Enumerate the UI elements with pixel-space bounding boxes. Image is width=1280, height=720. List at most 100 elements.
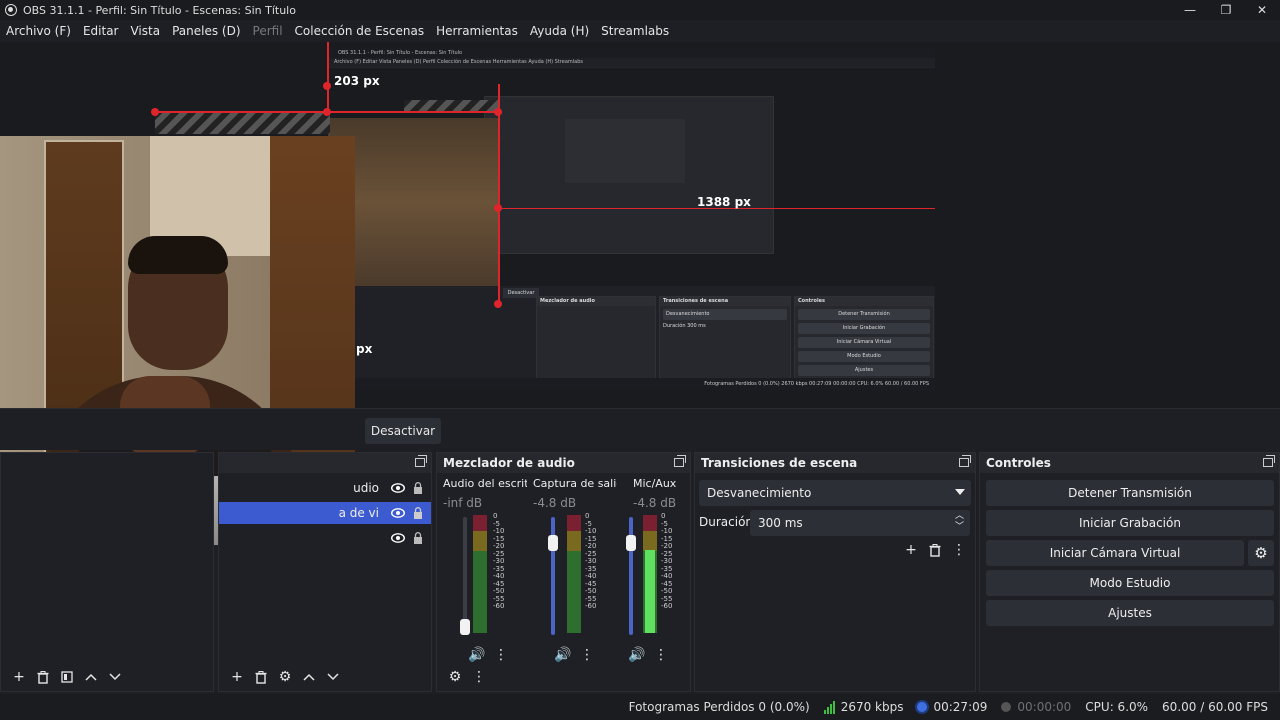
close-button[interactable]: ✕ <box>1244 0 1280 20</box>
meter-yellow-zone <box>567 531 581 551</box>
move-scene-down-icon[interactable] <box>103 665 127 689</box>
meter-red-zone <box>643 515 657 531</box>
stop-streaming-button[interactable]: Detener Transmisión <box>986 480 1274 506</box>
minimize-button[interactable]: — <box>1172 0 1208 20</box>
channel-name: Mic/Aux <box>633 477 677 490</box>
level-meter <box>567 515 581 633</box>
visibility-eye-icon[interactable] <box>391 531 405 545</box>
start-recording-button[interactable]: Iniciar Grabación <box>986 510 1274 536</box>
remove-scene-icon[interactable] <box>31 665 55 689</box>
volume-slider-knob[interactable] <box>626 535 636 551</box>
desactivar-button[interactable]: Desactivar <box>365 418 441 444</box>
advanced-audio-gear-icon[interactable]: ⚙ <box>443 665 467 689</box>
resize-handle-tc[interactable] <box>323 108 331 116</box>
menu-perfil[interactable]: Perfil <box>253 22 283 40</box>
resize-handle-tr[interactable] <box>494 108 502 116</box>
mini-transitions-title: Transiciones de escena <box>660 297 790 306</box>
source-row-1[interactable]: udio <box>219 477 431 499</box>
volume-slider[interactable] <box>626 517 636 635</box>
rec-time: 00:00:00 <box>1017 700 1072 714</box>
sources-undock-icon[interactable] <box>415 455 427 467</box>
duration-spinbox[interactable]: 300 ms ︿ ﹀ <box>750 510 970 536</box>
menu-editar[interactable]: Editar <box>83 22 119 40</box>
mixer-toolbar: ⚙ ⋮ <box>437 663 690 691</box>
resize-handle-br[interactable] <box>494 300 502 308</box>
meter-red-zone <box>567 515 581 531</box>
resize-handle-tl[interactable] <box>151 108 159 116</box>
mini-btn-camara: Iniciar Cámara Virtual <box>798 337 930 348</box>
controls-dock: Controles Detener Transmisión Iniciar Gr… <box>979 452 1280 692</box>
crop-hatch <box>155 112 330 134</box>
visibility-eye-icon[interactable] <box>391 506 405 520</box>
scene-filters-icon[interactable] <box>55 665 79 689</box>
status-bar: Fotogramas Perdidos 0 (0.0%) 2670 kbps 0… <box>0 694 1280 720</box>
mixer-undock-icon[interactable] <box>674 455 686 467</box>
remove-source-icon[interactable] <box>249 665 273 689</box>
move-scene-up-icon[interactable] <box>79 665 103 689</box>
menu-archivo[interactable]: Archivo (F) <box>6 22 71 40</box>
channel-name: Audio del escritoric <box>443 477 527 490</box>
volume-slider-knob[interactable] <box>460 619 470 635</box>
source-row-3[interactable] <box>219 527 431 549</box>
mini-duration-value: 300 ms <box>687 323 706 329</box>
controls-undock-icon[interactable] <box>1263 455 1275 467</box>
source-label-1: udio <box>353 481 379 495</box>
add-source-icon[interactable]: + <box>225 665 249 689</box>
transition-select[interactable]: Desvanecimiento <box>699 480 971 506</box>
chevron-down-icon <box>955 489 965 495</box>
lock-icon[interactable] <box>411 506 425 520</box>
transitions-title: Transiciones de escena <box>701 456 858 470</box>
menu-ayuda[interactable]: Ayuda (H) <box>530 22 589 40</box>
lock-icon[interactable] <box>411 531 425 545</box>
mini-duration-label: Duración <box>663 323 686 329</box>
mini-status-bar: Fotogramas Perdidos 0 (0.0%) 2670 kbps 0… <box>328 378 935 390</box>
add-transition-icon[interactable]: + <box>899 538 923 562</box>
add-scene-icon[interactable]: + <box>7 665 31 689</box>
virtual-camera-settings-gear-icon[interactable]: ⚙ <box>1248 540 1274 566</box>
stream-time: 00:27:09 <box>933 700 988 714</box>
transition-menu-icon[interactable]: ⋮ <box>947 538 971 562</box>
title-bar: OBS 31.1.1 - Perfil: Sin Título - Escena… <box>0 0 1280 20</box>
move-source-down-icon[interactable] <box>321 665 345 689</box>
audio-mixer-header: Mezclador de audio <box>437 453 690 473</box>
transitions-header: Transiciones de escena <box>695 453 975 473</box>
lock-icon[interactable] <box>411 481 425 495</box>
maximize-button[interactable]: ❐ <box>1208 0 1244 20</box>
mini-duration: Duración 300 ms <box>663 323 787 329</box>
transitions-dock: Transiciones de escena Desvanecimiento D… <box>694 452 976 692</box>
start-virtual-camera-button[interactable]: Iniciar Cámara Virtual <box>986 540 1244 566</box>
menu-herramientas[interactable]: Herramientas <box>436 22 518 40</box>
channel-name: Captura de salida d <box>533 477 617 490</box>
guide-handle-top[interactable] <box>323 82 331 90</box>
volume-slider-knob[interactable] <box>548 535 558 551</box>
transitions-undock-icon[interactable] <box>959 455 971 467</box>
db-tick: -60 <box>585 602 597 610</box>
visibility-eye-icon[interactable] <box>391 481 405 495</box>
guide-label-top: 203 px <box>334 74 380 88</box>
mixer-menu-icon[interactable]: ⋮ <box>467 665 491 689</box>
duration-value: 300 ms <box>758 516 803 530</box>
settings-button[interactable]: Ajustes <box>986 600 1274 626</box>
move-source-up-icon[interactable] <box>297 665 321 689</box>
cpu-usage: CPU: 6.0% <box>1085 700 1149 714</box>
source-properties-gear-icon[interactable]: ⚙ <box>273 665 297 689</box>
transition-select-value: Desvanecimiento <box>707 486 812 500</box>
window-title: OBS 31.1.1 - Perfil: Sin Título - Escena… <box>23 3 296 17</box>
studio-mode-button[interactable]: Modo Estudio <box>986 570 1274 596</box>
source-label-2: a de vi <box>338 506 379 520</box>
scenes-dock: + <box>0 452 214 692</box>
webcam-person-hair <box>128 236 228 274</box>
mini-controls: Controles Detener Transmisión Iniciar Gr… <box>794 296 934 390</box>
mini-mixer-title: Mezclador de audio <box>537 297 655 306</box>
channel-db: -inf dB <box>443 496 483 510</box>
volume-slider[interactable] <box>548 517 558 635</box>
menu-vista[interactable]: Vista <box>130 22 160 40</box>
spin-arrows-icon[interactable]: ︿ ﹀ <box>955 511 964 533</box>
menu-streamlabs[interactable]: Streamlabs <box>601 22 669 40</box>
menu-paneles[interactable]: Paneles (D) <box>172 22 240 40</box>
resize-handle-mr[interactable] <box>494 204 502 212</box>
menu-coleccion-escenas[interactable]: Colección de Escenas <box>295 22 425 40</box>
remove-transition-icon[interactable] <box>923 538 947 562</box>
source-row-2[interactable]: a de vi <box>219 502 431 524</box>
volume-slider[interactable] <box>460 517 470 635</box>
